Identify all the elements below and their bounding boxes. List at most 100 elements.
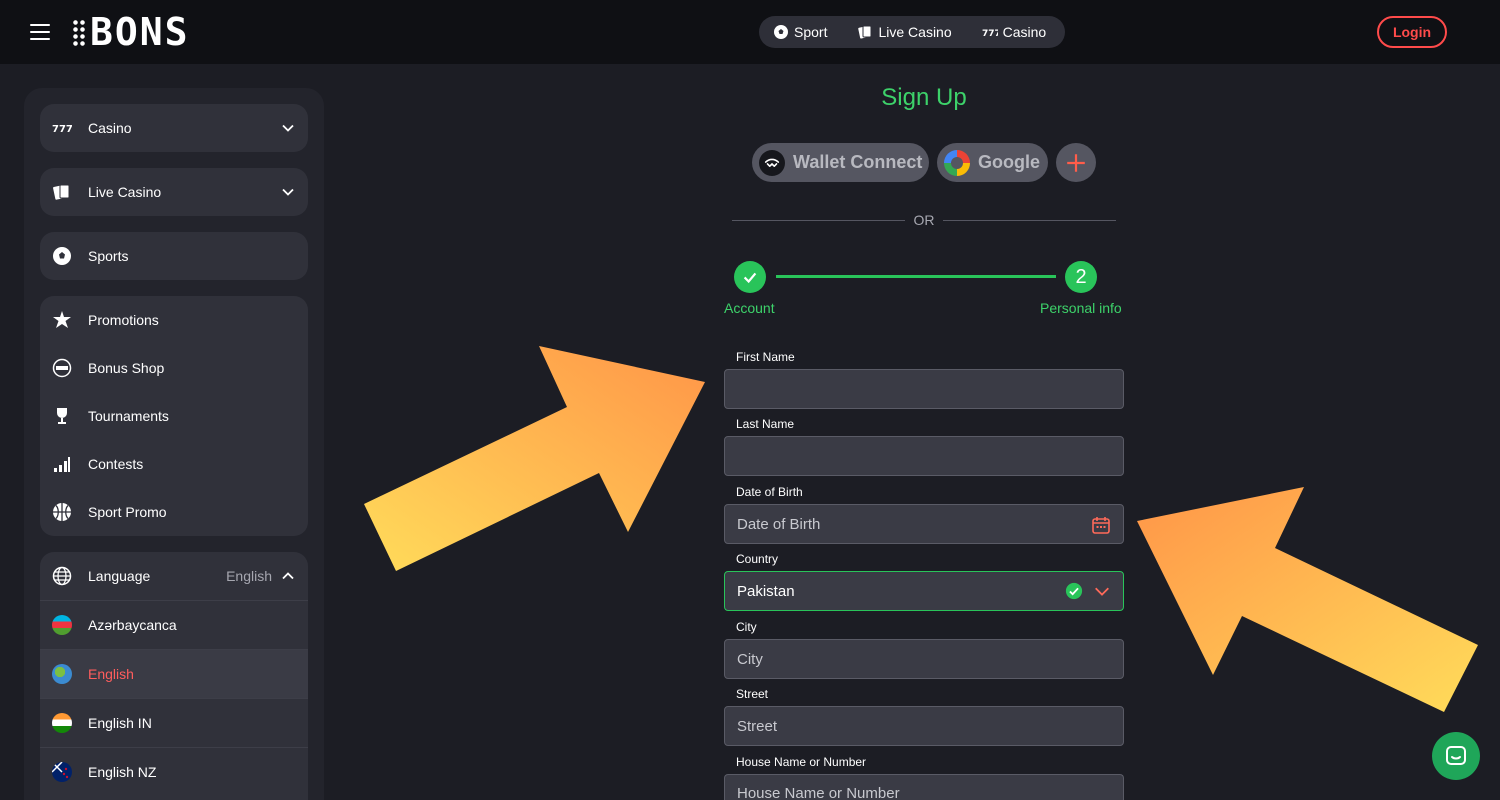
country-label: Country xyxy=(736,552,779,566)
sidebar-group-live-casino: Live Casino xyxy=(40,168,308,216)
dob-input[interactable]: Date of Birth xyxy=(724,504,1124,544)
right-annotation-arrow xyxy=(1137,487,1478,712)
india-flag-icon xyxy=(52,713,72,733)
chevron-up-icon xyxy=(282,572,294,580)
google-icon xyxy=(944,149,970,176)
country-selected-value: Pakistan xyxy=(737,582,795,600)
language-label: Language xyxy=(88,568,151,584)
last-name-input[interactable] xyxy=(724,436,1124,476)
sidebar-item-label: Live Casino xyxy=(88,184,162,200)
dob-label: Date of Birth xyxy=(736,485,803,499)
sidebar-item-live-casino[interactable]: Live Casino xyxy=(40,168,308,216)
country-select[interactable]: Pakistan xyxy=(724,571,1124,611)
language-option-english-nz[interactable]: English NZ xyxy=(40,748,308,796)
language-option-label: English xyxy=(88,666,134,682)
globe-earth-icon xyxy=(52,664,72,684)
sidebar-item-casino[interactable]: 777 Casino xyxy=(40,104,308,152)
house-label: House Name or Number xyxy=(736,755,867,769)
trophy-icon xyxy=(52,406,72,426)
chevron-down-icon xyxy=(282,188,294,196)
svg-text:777: 777 xyxy=(52,124,72,135)
nav-sport-label: Sport xyxy=(794,24,828,40)
google-button[interactable]: Google xyxy=(937,143,1048,182)
nav-live-casino[interactable]: Live Casino xyxy=(857,24,952,40)
or-divider-text: OR xyxy=(913,212,935,228)
bonus-badge-icon xyxy=(52,358,72,378)
sidebar-item-tournaments[interactable]: Tournaments xyxy=(40,392,308,440)
language-option-english-in[interactable]: English IN xyxy=(40,699,308,747)
sidebar-item-sport-promo[interactable]: Sport Promo xyxy=(40,488,308,536)
city-label: City xyxy=(736,620,757,634)
sidebar-item-label: Bonus Shop xyxy=(88,360,165,376)
live-chat-button[interactable] xyxy=(1432,732,1480,780)
more-options-button[interactable] xyxy=(1056,143,1096,182)
wallet-connect-button[interactable]: Wallet Connect xyxy=(752,143,929,182)
soccer-ball-icon xyxy=(52,246,72,266)
hamburger-menu-icon[interactable] xyxy=(30,22,50,40)
valid-check-icon xyxy=(1065,582,1083,600)
house-input[interactable]: House Name or Number xyxy=(724,774,1124,800)
language-current-value: English xyxy=(226,568,272,584)
svg-text:777: 777 xyxy=(982,29,998,39)
sidebar-item-label: Tournaments xyxy=(88,408,169,424)
sidebar-item-label: Promotions xyxy=(88,312,159,328)
calendar-icon[interactable] xyxy=(1091,515,1111,535)
language-selector[interactable]: Language English xyxy=(40,552,308,600)
google-label: Google xyxy=(978,152,1040,172)
last-name-label: Last Name xyxy=(736,417,795,431)
or-divider-left xyxy=(732,220,905,221)
language-option-label: Azərbaycanca xyxy=(88,617,177,633)
sidebar-item-label: Sport Promo xyxy=(88,504,167,520)
globe-icon xyxy=(52,566,72,586)
soccer-ball-icon xyxy=(774,25,788,39)
sidebar-item-contests[interactable]: Contests xyxy=(40,440,308,488)
chat-bubble-icon xyxy=(1446,746,1466,765)
sidebar-group-sports: Sports xyxy=(40,232,308,280)
sidebar-group-language: Language English Azərbaycanca English En… xyxy=(40,552,308,800)
step-1-complete xyxy=(734,261,766,293)
brand-logo[interactable]: BONS xyxy=(72,12,190,52)
language-option-azerbaijani[interactable]: Azərbaycanca xyxy=(40,601,308,649)
slot-777-icon: 777 xyxy=(52,118,72,138)
star-burst-icon xyxy=(52,310,72,330)
step-1-label: Account xyxy=(724,300,775,316)
language-option-english[interactable]: English xyxy=(40,650,308,698)
sidebar: 777 Casino Live Casino Sports Promotions… xyxy=(24,88,324,800)
street-label: Street xyxy=(736,687,769,701)
nav-sport[interactable]: Sport xyxy=(773,24,827,40)
plus-icon xyxy=(1067,153,1085,172)
language-option-label: English IN xyxy=(88,715,152,731)
first-name-label: First Name xyxy=(736,350,795,364)
walletconnect-icon xyxy=(759,149,785,176)
sidebar-item-label: Contests xyxy=(88,456,144,472)
sidebar-item-promotions[interactable]: Promotions xyxy=(40,296,308,344)
nav-live-casino-label: Live Casino xyxy=(878,24,952,40)
nav-casino[interactable]: 777 Casino xyxy=(982,24,1047,40)
or-divider-right xyxy=(943,220,1116,221)
step-progress-bar xyxy=(776,275,1056,278)
language-option-label: English NZ xyxy=(88,764,157,780)
new-zealand-flag-icon xyxy=(52,762,72,782)
sidebar-item-sports[interactable]: Sports xyxy=(40,232,308,280)
first-name-input[interactable] xyxy=(724,369,1124,409)
left-annotation-arrow xyxy=(364,346,705,571)
city-input[interactable]: City xyxy=(724,639,1124,679)
chevron-down-icon xyxy=(1095,587,1109,596)
signup-title: Sign Up xyxy=(881,84,967,111)
step-2-current: 2 xyxy=(1065,261,1097,293)
checkmark-icon xyxy=(743,272,757,284)
sidebar-group-casino: 777 Casino xyxy=(40,104,308,152)
street-input[interactable]: Street xyxy=(724,706,1124,746)
bar-steps-icon xyxy=(52,454,72,474)
sidebar-item-bonus-shop[interactable]: Bonus Shop xyxy=(40,344,308,392)
cards-icon xyxy=(52,182,72,202)
dob-placeholder: Date of Birth xyxy=(737,515,821,533)
basketball-icon xyxy=(52,502,72,522)
azerbaijan-flag-icon xyxy=(52,615,72,635)
cards-icon xyxy=(858,25,872,39)
logo-text: BONS xyxy=(90,10,190,54)
login-button[interactable]: Login xyxy=(1377,16,1447,48)
step-2-label: Personal info xyxy=(1040,300,1122,316)
sidebar-item-label: Sports xyxy=(88,248,129,264)
sidebar-group-promos: Promotions Bonus Shop Tournaments Contes… xyxy=(40,296,308,536)
